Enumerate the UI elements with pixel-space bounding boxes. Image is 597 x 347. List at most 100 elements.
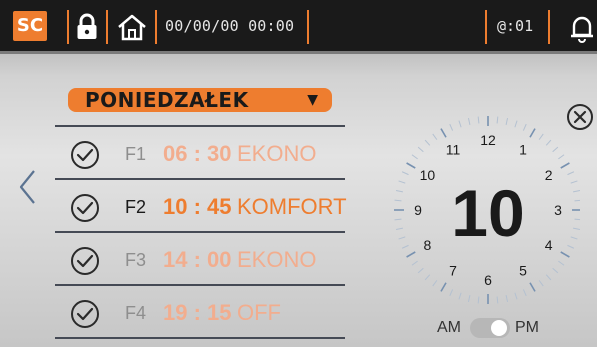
clock-tick — [440, 128, 447, 138]
clock-tick — [477, 296, 480, 304]
clock-tick — [395, 227, 404, 231]
clock-tick — [411, 260, 418, 266]
clock-number: 11 — [446, 141, 461, 157]
date-time[interactable]: 00/00/00 00:00 — [165, 17, 294, 35]
clock-tick — [395, 189, 404, 193]
clock-tick — [574, 199, 580, 202]
row-divider — [55, 337, 345, 339]
clock-tick — [449, 289, 454, 297]
clock-number: 2 — [545, 167, 553, 183]
status-bar: SC 00/00/00 00:00 @:01 — [0, 0, 597, 54]
clock-tick — [558, 154, 565, 160]
channel-indicator: @:01 — [497, 17, 534, 35]
program-mode[interactable]: KOMFORT — [237, 194, 347, 220]
clock-tick — [574, 218, 580, 221]
clock-tick — [496, 116, 499, 124]
program-label: F1 — [125, 144, 147, 164]
program-time[interactable]: 19 : 15 — [163, 300, 232, 326]
day-dropdown[interactable]: PONIEDZAŁEK ▼ — [68, 88, 332, 112]
program-label: F4 — [125, 303, 147, 323]
clock-tick — [505, 117, 509, 126]
check-circle-icon[interactable] — [70, 193, 100, 223]
clock-tick — [401, 244, 409, 249]
check-circle-icon[interactable] — [70, 299, 100, 329]
clock-number: 12 — [480, 132, 496, 148]
clock-tick — [552, 267, 559, 274]
row-divider — [55, 125, 345, 127]
clock-tick — [567, 171, 575, 176]
separator — [485, 10, 487, 44]
clock-tick — [458, 292, 462, 300]
hour-value[interactable]: 10 — [451, 176, 524, 250]
program-row-f4[interactable]: F4 19 : 15 OFF — [55, 289, 345, 340]
bell-icon[interactable] — [570, 13, 594, 43]
clock-tick — [440, 282, 447, 292]
clock-tick — [570, 180, 578, 184]
clock-dial[interactable]: 121234567891011 10 — [380, 100, 580, 310]
clock-number: 10 — [420, 167, 436, 183]
clock-number: 5 — [519, 263, 527, 279]
separator — [67, 10, 69, 44]
clock-number: 4 — [545, 237, 553, 253]
separator — [307, 10, 309, 44]
clock-tick — [545, 274, 552, 281]
program-row-f2[interactable]: F2 10 : 45 KOMFORT — [55, 183, 347, 234]
clock-tick — [538, 133, 544, 140]
clock-tick — [514, 120, 518, 128]
program-mode[interactable]: EKONO — [237, 247, 316, 273]
clock-tick — [432, 280, 438, 287]
program-time[interactable]: 14 : 00 — [163, 247, 232, 273]
check-circle-icon[interactable] — [70, 140, 100, 170]
clock-tick — [545, 139, 552, 146]
toggle-knob — [491, 320, 507, 336]
clock-tick — [552, 146, 559, 153]
clock-tick — [398, 236, 406, 240]
program-label: F2 — [125, 197, 147, 217]
clock-tick — [477, 116, 480, 124]
clock-tick — [424, 139, 431, 146]
clock-tick — [567, 244, 575, 249]
program-mode[interactable]: EKONO — [237, 141, 316, 167]
clock-tick — [538, 280, 544, 287]
clock-tick — [558, 260, 565, 266]
clock-tick — [458, 120, 462, 128]
clock-tick — [522, 123, 527, 131]
am-pm-toggle[interactable] — [470, 318, 510, 338]
pm-label: PM — [515, 319, 539, 336]
row-divider — [55, 178, 345, 180]
clock-tick — [417, 267, 424, 274]
clock-tick — [529, 128, 536, 138]
program-row-f1[interactable]: F1 06 : 30 EKONO — [55, 130, 345, 181]
clock-tick — [449, 123, 454, 131]
clock-number: 6 — [484, 272, 492, 288]
clock-tick — [417, 146, 424, 153]
row-divider — [55, 284, 345, 286]
clock-number: 7 — [449, 263, 457, 279]
clock-tick — [560, 251, 570, 258]
program-row-f3[interactable]: F3 14 : 00 EKONO — [55, 236, 345, 287]
separator — [548, 10, 550, 44]
lock-icon[interactable] — [76, 13, 98, 41]
program-mode[interactable]: OFF — [237, 300, 281, 326]
clock-number: 8 — [423, 237, 431, 253]
check-circle-icon[interactable] — [70, 246, 100, 276]
clock-tick — [401, 171, 409, 176]
home-icon[interactable] — [116, 13, 148, 41]
separator — [106, 10, 108, 44]
program-time[interactable]: 06 : 30 — [163, 141, 232, 167]
clock-tick — [467, 294, 471, 303]
row-divider — [55, 231, 345, 233]
sc-badge[interactable]: SC — [13, 11, 47, 41]
clock-tick — [570, 236, 578, 240]
dropdown-caret-icon: ▼ — [307, 92, 318, 108]
program-time[interactable]: 10 : 45 — [163, 194, 232, 220]
clock-tick — [394, 199, 402, 202]
clock-tick — [514, 292, 518, 300]
clock-tick — [572, 227, 580, 231]
clock-tick — [572, 189, 580, 193]
clock-number: 9 — [414, 202, 422, 218]
clock-tick — [406, 162, 416, 169]
chevron-left-icon[interactable] — [16, 168, 38, 206]
clock-tick — [467, 117, 471, 126]
clock-tick — [522, 289, 527, 297]
